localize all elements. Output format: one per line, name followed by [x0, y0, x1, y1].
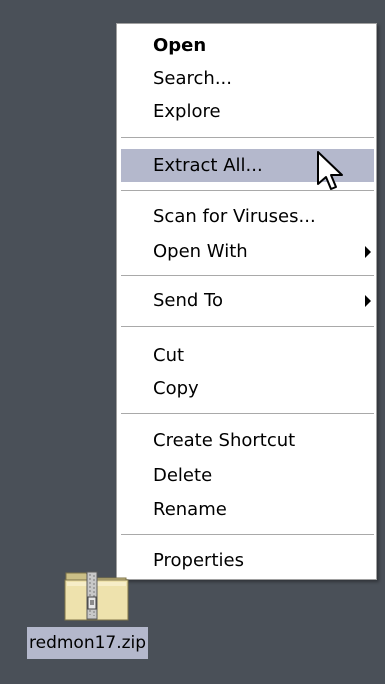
menu-item-open-with-label: Open With — [153, 241, 248, 262]
menu-item-explore[interactable]: Explore — [121, 95, 374, 128]
menu-item-rename[interactable]: Rename — [121, 493, 374, 526]
icon-label[interactable]: redmon17.zip — [27, 627, 149, 659]
zip-folder-icon[interactable] — [64, 569, 130, 621]
desktop[interactable]: Open Search... Explore Extract All... Sc… — [0, 0, 385, 684]
menu-item-delete[interactable]: Delete — [121, 459, 374, 492]
menu-item-open-with[interactable]: Open With — [121, 235, 374, 268]
mouse-cursor-icon — [316, 150, 346, 196]
context-menu: Open Search... Explore Extract All... Sc… — [116, 23, 377, 580]
menu-item-properties[interactable]: Properties — [121, 544, 374, 577]
menu-item-send-to[interactable]: Send To — [121, 284, 374, 317]
menu-item-search[interactable]: Search... — [121, 62, 374, 95]
menu-item-cut[interactable]: Cut — [121, 339, 374, 372]
submenu-arrow-icon — [365, 246, 371, 258]
menu-separator — [121, 137, 374, 139]
menu-item-open[interactable]: Open — [121, 29, 374, 62]
menu-item-send-to-label: Send To — [153, 290, 224, 311]
menu-separator — [121, 326, 374, 328]
menu-separator — [121, 275, 374, 277]
menu-separator — [121, 413, 374, 415]
menu-separator — [121, 534, 374, 536]
menu-item-create-shortcut[interactable]: Create Shortcut — [121, 424, 374, 457]
menu-item-scan-for-viruses[interactable]: Scan for Viruses... — [121, 200, 374, 233]
submenu-arrow-icon — [365, 295, 371, 307]
menu-item-copy[interactable]: Copy — [121, 372, 374, 405]
